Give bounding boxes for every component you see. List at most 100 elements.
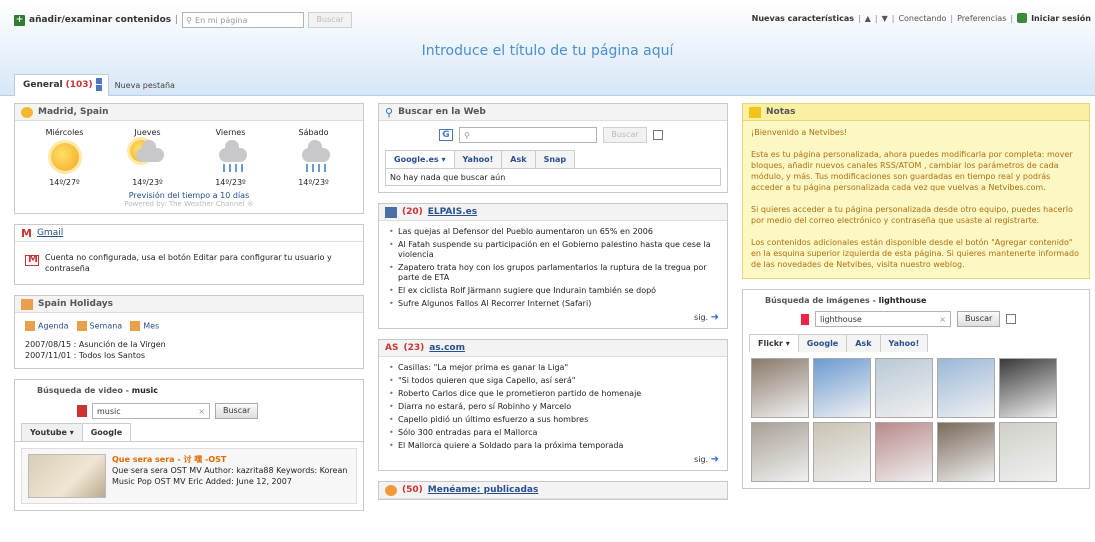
web-search-bar: G ⚲ Buscar	[379, 121, 727, 146]
image-thumbnail[interactable]	[875, 422, 933, 482]
tab-google[interactable]: Google	[81, 423, 132, 441]
search-icon: ⚲	[464, 130, 470, 140]
video-search-button[interactable]: Buscar	[215, 403, 259, 419]
image-search-button[interactable]: Buscar	[957, 311, 1001, 327]
forecast-day: Sábado 14º/23º	[279, 128, 349, 187]
notes-paragraph: Los contenidos adicionales están disponi…	[751, 238, 1080, 269]
image-thumbnail[interactable]	[813, 422, 871, 482]
new-window-checkbox[interactable]	[1006, 314, 1017, 324]
list-item[interactable]: Capello pidió un último esfuerzo a sus h…	[389, 415, 719, 425]
elpais-title[interactable]: ELPAIS.es	[428, 207, 477, 217]
image-thumbnail[interactable]	[999, 358, 1057, 418]
gmail-icon: M	[21, 226, 32, 240]
month-link[interactable]: Mes	[130, 321, 159, 331]
clear-icon[interactable]: ×	[198, 407, 205, 416]
add-content-icon[interactable]: +	[14, 14, 25, 26]
day-temp: 14º/27º	[49, 178, 80, 187]
list-item[interactable]: Casillas: "La mejor prima es ganar la Li…	[389, 363, 719, 373]
login-icon	[1017, 13, 1028, 23]
tab-new[interactable]: Nueva pestaña	[115, 81, 175, 96]
search-placeholder: En mi página	[195, 15, 248, 25]
video-result-text: Que sera sera - 讨 嘿 -OST Que sera sera O…	[112, 454, 350, 498]
arrow-up-icon[interactable]: ▲	[865, 14, 871, 23]
preferences-link[interactable]: Preferencias	[957, 14, 1006, 23]
arrow-down-icon[interactable]: ▼	[882, 14, 888, 23]
day-name: Viernes	[215, 128, 246, 137]
powered-by[interactable]: Powered by: The Weather Channel ®	[23, 200, 355, 208]
column-2: ⚲ Buscar en la Web G ⚲ Buscar Google.es …	[378, 103, 728, 510]
list-item[interactable]: Al Fatah suspende su participación en el…	[389, 240, 719, 260]
page-title[interactable]: Introduce el título de tu página aquí	[0, 43, 1095, 59]
new-window-checkbox[interactable]	[653, 130, 663, 140]
tab-arrows-icon[interactable]	[95, 78, 102, 91]
arrow-right-icon: ➜	[710, 312, 719, 323]
login-link[interactable]: Iniciar sesión	[1031, 14, 1091, 23]
video-search-widget: Búsqueda de video - music music × Buscar …	[14, 379, 364, 511]
image-search-input[interactable]: lighthouse ×	[815, 311, 951, 327]
video-search-title: Búsqueda de video - music	[37, 386, 159, 395]
list-item[interactable]: El ex ciclista Rolf Järmann sugiere que …	[389, 286, 719, 296]
search-icon: ⚲	[186, 15, 193, 25]
tab-google-es[interactable]: Google.es ▾	[385, 150, 455, 168]
list-item[interactable]: Diarra no estará, pero sí Robinho y Marc…	[389, 402, 719, 412]
ascom-widget: AS (23) as.com Casillas: "La mejor prima…	[378, 339, 728, 471]
image-search-bar: lighthouse × Buscar	[743, 305, 1089, 330]
holidays-title: Spain Holidays	[38, 299, 113, 309]
tab-yahoo[interactable]: Yahoo!	[453, 150, 503, 168]
tab-snap[interactable]: Snap	[534, 150, 576, 168]
clear-icon[interactable]: ×	[939, 315, 946, 324]
image-thumbnail[interactable]	[751, 358, 809, 418]
image-thumbnail[interactable]	[813, 358, 871, 418]
page-search-input[interactable]: ⚲ En mi página	[182, 12, 305, 28]
tab-flickr[interactable]: Flickr ▾	[749, 334, 799, 352]
video-thumbnail[interactable]	[28, 454, 106, 498]
tab-google[interactable]: Google	[797, 334, 848, 352]
new-features-link[interactable]: Nuevas características	[752, 14, 854, 23]
google-icon: G	[439, 129, 453, 141]
tab-youtube[interactable]: Youtube ▾	[21, 423, 83, 441]
week-link[interactable]: Semana	[76, 321, 122, 331]
gmail-header: M Gmail	[15, 225, 363, 242]
day-temp: 14º/23º	[215, 178, 246, 187]
ascom-next[interactable]: sig. ➜	[379, 454, 727, 470]
image-thumbnail[interactable]	[875, 358, 933, 418]
list-item[interactable]: "Si todos quieren que siga Capello, así …	[389, 376, 719, 386]
meneame-title[interactable]: Menéame: publicadas	[428, 485, 539, 495]
holidays-header: Spain Holidays	[15, 296, 363, 313]
image-thumbnail[interactable]	[751, 422, 809, 482]
calendar-icon	[25, 321, 35, 331]
tab-ask[interactable]: Ask	[846, 334, 881, 352]
forecast-link[interactable]: Previsión del tiempo a 10 días	[23, 191, 355, 200]
web-search-input[interactable]: ⚲	[459, 127, 597, 143]
image-thumbnail[interactable]	[937, 358, 995, 418]
list-item[interactable]: Las quejas al Defensor del Pueblo aument…	[389, 227, 719, 237]
video-result-title[interactable]: Que sera sera - 讨 嘿 -OST	[112, 454, 350, 465]
image-thumbnail[interactable]	[999, 422, 1057, 482]
day-temp: 14º/23º	[132, 178, 163, 187]
ascom-title[interactable]: as.com	[429, 343, 465, 353]
web-search-header: ⚲ Buscar en la Web	[379, 104, 727, 121]
elpais-next[interactable]: sig. ➜	[379, 312, 727, 328]
meneame-header: (50) Menéame: publicadas	[379, 482, 727, 499]
page-search-button[interactable]: Buscar	[308, 12, 353, 28]
web-search-button[interactable]: Buscar	[603, 127, 647, 143]
tab-general[interactable]: General (103)	[14, 74, 109, 96]
connecting-link[interactable]: Conectando	[898, 14, 946, 23]
list-item[interactable]: Roberto Carlos dice que le prometieron p…	[389, 389, 719, 399]
agenda-link[interactable]: Agenda	[25, 321, 69, 331]
image-thumbnail[interactable]	[937, 422, 995, 482]
calendar-icon	[21, 298, 33, 310]
list-item[interactable]: Sufre Algunos Fallos Al Recorrer Interne…	[389, 299, 719, 309]
notes-body[interactable]: ¡Bienvenido a Netvibes! Esta es tu págin…	[743, 121, 1089, 278]
forecast-day: Jueves 14º/23º	[113, 128, 183, 187]
gmail-title[interactable]: Gmail	[37, 228, 63, 238]
video-search-input[interactable]: music ×	[92, 403, 210, 419]
add-content-link[interactable]: añadir/examinar contenidos	[29, 15, 171, 25]
list-item[interactable]: El Mallorca quiere a Soldado para la pró…	[389, 441, 719, 451]
tab-yahoo[interactable]: Yahoo!	[879, 334, 929, 352]
tab-ask[interactable]: Ask	[501, 150, 536, 168]
list-item[interactable]: Zapatero trata hoy con los grupos parlam…	[389, 263, 719, 283]
list-item[interactable]: Sólo 300 entradas para el Mallorca	[389, 428, 719, 438]
video-result: Que sera sera - 讨 嘿 -OST Que sera sera O…	[21, 448, 357, 504]
weather-header: Madrid, Spain	[15, 104, 363, 121]
